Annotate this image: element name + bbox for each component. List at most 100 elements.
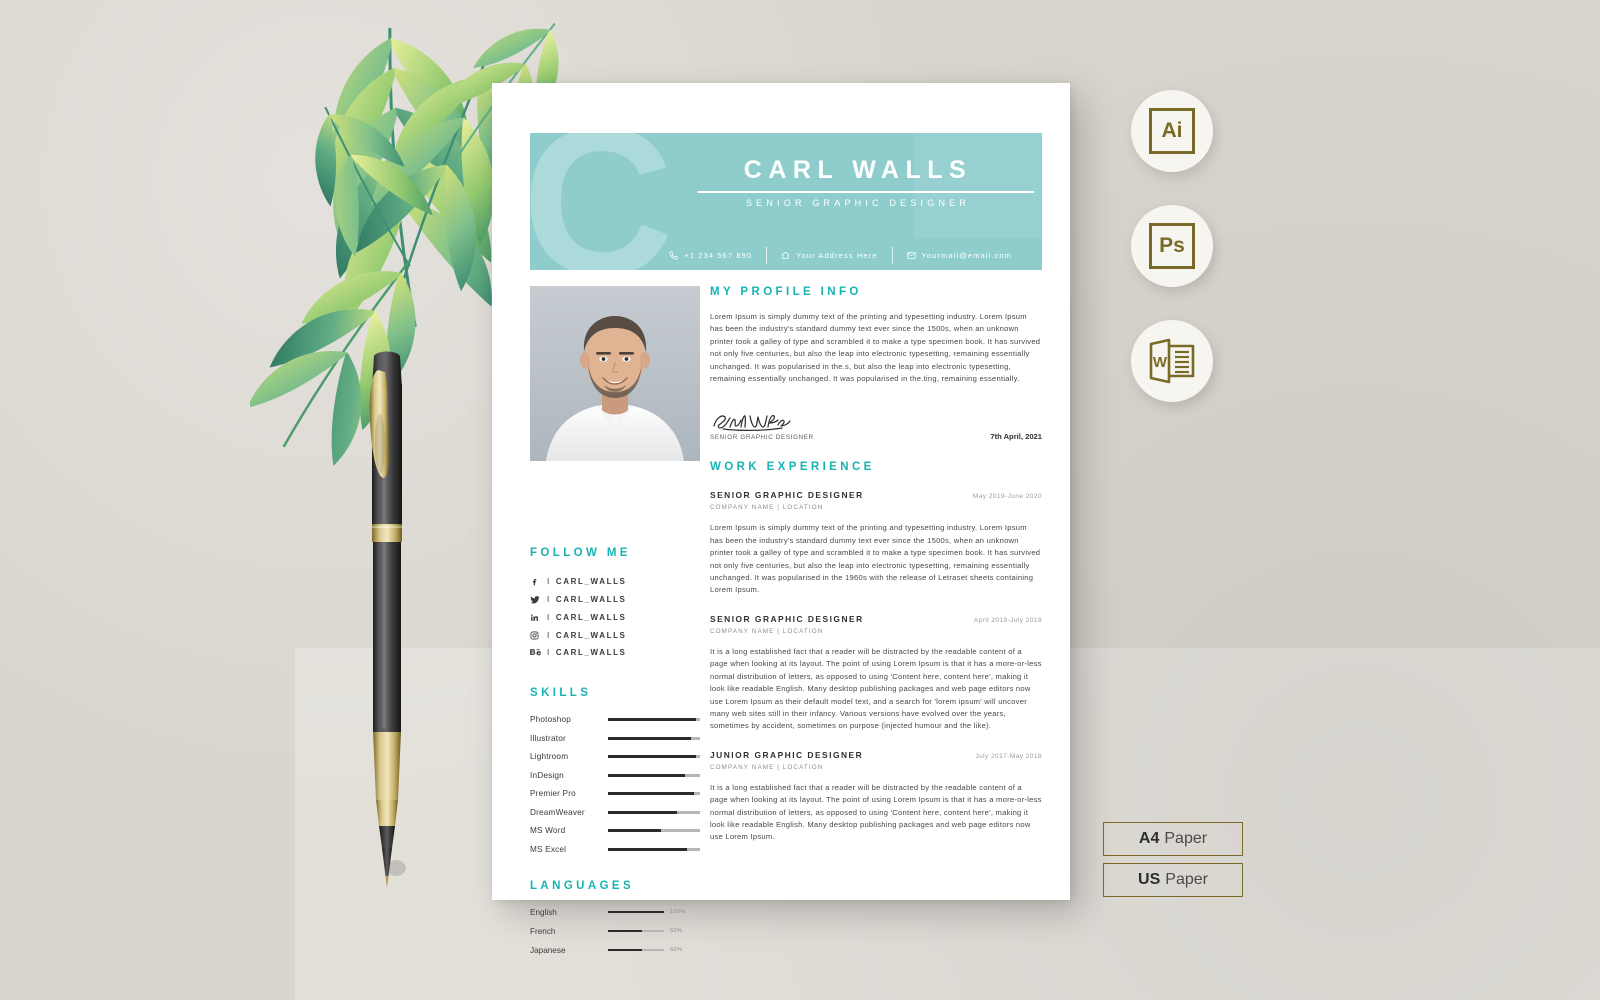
languages-title: LANGUAGES: [530, 879, 635, 892]
job-title: JUNIOR GRAPHIC DESIGNER: [710, 749, 864, 760]
skill-name: MS Word: [530, 826, 566, 835]
language-bar-fill: [608, 911, 664, 913]
instagram-icon: [530, 631, 542, 640]
social-item-linkedin[interactable]: I CARL_WALLS: [530, 613, 700, 622]
paper-size-us-button[interactable]: US Paper: [1103, 863, 1243, 897]
skill-name: InDesign: [530, 770, 564, 780]
contact-email[interactable]: Yourmail@email.com: [893, 251, 1027, 260]
skill-list: Photoshop Illustrator Lightroom InDesign Pre…: [530, 715, 700, 854]
resume-page: C CARL WALLS SENIOR GRAPHIC DESIGNER +1 …: [492, 83, 1070, 955]
job-description: Lorem Ipsum is simply dummy text of the …: [710, 523, 1041, 595]
follow-me-title: FOLLOW ME: [530, 547, 631, 559]
skill-bar-track: [608, 792, 700, 795]
job-date: July 2017-May 2018: [975, 752, 1042, 760]
work-experience-title: WORK EXPERIENCE: [710, 461, 875, 474]
language-name: French: [530, 926, 556, 936]
avatar: [530, 286, 700, 461]
profile-section: MY PROFILE INFO Lorem Ipsum is simply du…: [710, 286, 1042, 441]
follow-me-section: FOLLOW ME I CARL_WALLS I CARL_WALLS I CA…: [530, 547, 700, 657]
contact-address[interactable]: Your Address Here: [767, 251, 891, 260]
contact-phone-text: +1 234 567 890: [684, 250, 753, 260]
social-handle-linkedin: CARL_WALLS: [555, 613, 627, 622]
skill-bar-fill: [608, 847, 688, 851]
phone-icon: [669, 250, 678, 260]
language-bar-track: [608, 949, 664, 951]
skill-row: MS Word: [530, 826, 700, 835]
illustrator-icon: Ai: [1149, 108, 1195, 154]
job-list: SENIOR GRAPHIC DESIGNER May 2019-June 202…: [710, 490, 1042, 843]
skill-bar-fill: [608, 810, 677, 814]
social-handle-instagram: CARL_WALLS: [555, 630, 627, 640]
language-bar-track: [608, 911, 664, 913]
photoshop-icon: Ps: [1149, 223, 1195, 269]
language-list: English 100% French 60% Japanese 60%: [530, 908, 700, 955]
social-handle-behance: CARL_WALLS: [555, 648, 627, 657]
header-contact-bar: +1 234 567 890 Your Address Here Yourmai…: [530, 240, 1042, 270]
paper-a4-size: A4: [1138, 830, 1160, 847]
page-title: CARL WALLS: [743, 156, 973, 184]
badge-illustrator[interactable]: Ai: [1131, 90, 1213, 172]
language-bar-fill: [608, 930, 642, 932]
envelope-icon: [906, 251, 916, 260]
signature-date: 7th April, 2021: [990, 432, 1042, 442]
skill-bar-fill: [608, 718, 697, 721]
skill-bar-track: [608, 810, 700, 814]
skill-row: DreamWeaver: [530, 808, 700, 817]
language-percent: 100%: [670, 909, 686, 915]
skill-row: InDesign: [530, 771, 700, 780]
skill-row: Lightroom: [530, 752, 700, 761]
job-date: May 2019-June 2020: [972, 493, 1042, 501]
skill-bar-track: [608, 755, 700, 758]
profile-title: MY PROFILE INFO: [710, 286, 862, 298]
facebook-icon: [530, 577, 542, 586]
skill-bar-track: [608, 718, 700, 721]
paper-size-a4-button[interactable]: A4 Paper: [1103, 822, 1243, 856]
skill-name: Premier Pro: [530, 789, 576, 798]
skill-name: Photoshop: [530, 715, 571, 724]
header-role: SENIOR GRAPHIC DESIGNER: [745, 198, 971, 208]
skill-bar-track: [608, 736, 700, 740]
job-title: SENIOR GRAPHIC DESIGNER: [710, 490, 864, 501]
skills-section: SKILLS Photoshop Illustrator Lightroom InDe…: [530, 687, 700, 854]
skill-bar-fill: [608, 792, 694, 795]
language-percent: 60%: [670, 928, 683, 934]
social-item-twitter[interactable]: I CARL_WALLS: [530, 595, 700, 605]
pen-decoration: [352, 348, 432, 898]
header-divider: [698, 191, 1034, 193]
profile-text: Lorem Ipsum is simply dummy text of the …: [710, 312, 1041, 384]
job-header: SENIOR GRAPHIC DESIGNER May 2019-June 202…: [710, 490, 1042, 500]
left-column: FOLLOW ME I CARL_WALLS I CARL_WALLS I CA…: [530, 286, 700, 965]
social-item-facebook[interactable]: I CARL_WALLS: [530, 577, 700, 586]
job-entry: SENIOR GRAPHIC DESIGNER April 2018-July 2…: [710, 614, 1042, 733]
job-description: It is a long established fact that a rea…: [710, 782, 1042, 842]
social-item-behance[interactable]: I CARL_WALLS: [530, 648, 700, 657]
signature-role: SENIOR GRAPHIC DESIGNER: [710, 434, 814, 442]
paper-a4-unit: Paper: [1164, 830, 1208, 847]
social-separator: I: [547, 648, 551, 657]
job-company-location: COMPANY NAME | LOCATION: [710, 763, 824, 771]
word-icon: W: [1147, 338, 1197, 384]
contact-phone[interactable]: +1 234 567 890: [655, 251, 766, 260]
social-separator: I: [547, 630, 551, 640]
language-row: English 100%: [530, 908, 700, 917]
language-name: English: [530, 907, 557, 917]
social-separator: I: [547, 613, 551, 622]
skill-bar-fill: [608, 755, 697, 758]
social-handle-twitter: CARL_WALLS: [555, 595, 627, 604]
social-separator: I: [547, 577, 551, 586]
contact-address-text: Your Address Here: [796, 250, 878, 260]
social-list: I CARL_WALLS I CARL_WALLS I CARL_WALLS I…: [530, 577, 700, 657]
paper-us-size: US: [1138, 871, 1161, 888]
social-item-instagram[interactable]: I CARL_WALLS: [530, 631, 700, 640]
behance-icon: [530, 648, 542, 657]
skill-bar-fill: [608, 773, 686, 777]
badge-word[interactable]: W: [1131, 320, 1213, 402]
work-experience-section: WORK EXPERIENCE SENIOR GRAPHIC DESIGNER M…: [710, 461, 1042, 843]
skill-name: Illustrator: [530, 733, 566, 743]
contact-email-text: Yourmail@email.com: [921, 250, 1012, 260]
badge-photoshop[interactable]: Ps: [1131, 205, 1213, 287]
signature-block: SENIOR GRAPHIC DESIGNER 7th April, 2021: [710, 411, 1042, 441]
skill-row: MS Excel: [530, 845, 700, 854]
job-entry: JUNIOR GRAPHIC DESIGNER July 2017-May 201…: [710, 750, 1042, 844]
skill-name: DreamWeaver: [530, 807, 585, 817]
